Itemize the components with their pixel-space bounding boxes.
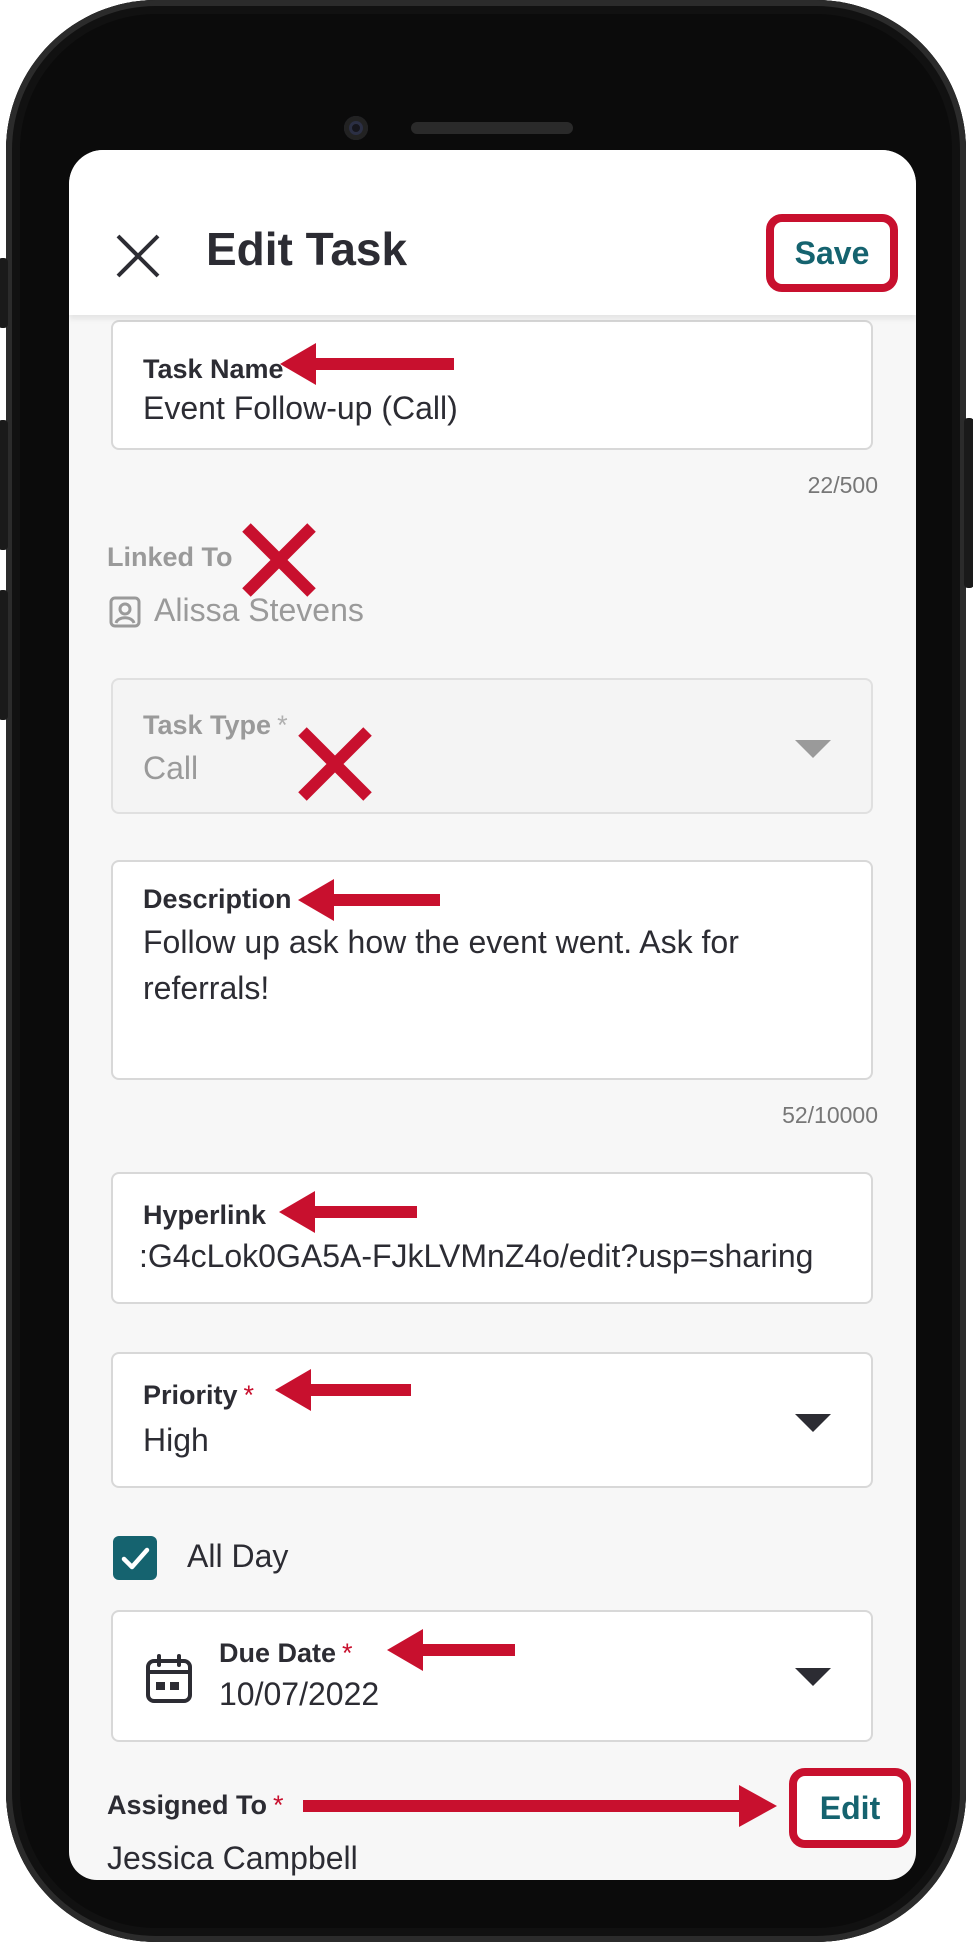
earpiece-speaker	[411, 122, 573, 134]
annotation-arrow	[279, 1191, 417, 1233]
annotation-arrow	[303, 1785, 777, 1827]
task-name-counter: 22/500	[807, 472, 878, 498]
volume-down-button	[0, 590, 8, 720]
description-counter: 52/10000	[782, 1102, 878, 1128]
description-line-2: referrals!	[143, 970, 270, 1006]
chevron-down-icon[interactable]	[795, 1414, 831, 1432]
priority-label: Priority *	[143, 1380, 254, 1411]
annotation-arrow	[275, 1369, 411, 1411]
annotation-arrow	[280, 343, 454, 385]
close-icon[interactable]	[114, 232, 162, 280]
due-date-label-text: Due Date	[219, 1638, 337, 1668]
annotation-x-mark	[297, 726, 373, 802]
task-name-field[interactable]: Task Name* Event Follow-up (Call)	[111, 320, 873, 450]
assigned-to-value: Jessica Campbell	[107, 1840, 358, 1876]
task-type-label-text: Task Type	[143, 710, 272, 740]
task-type-field: Task Type * Call	[111, 678, 873, 814]
phone-frame: Edit Task Save Task Name* Event Follow-u…	[0, 0, 973, 1942]
linked-to-label: Linked To	[107, 542, 233, 572]
required-marker: *	[273, 1790, 284, 1820]
priority-label-text: Priority	[143, 1380, 238, 1410]
volume-up-button	[0, 420, 8, 550]
priority-dropdown[interactable]: Priority * High	[111, 1352, 873, 1488]
all-day-checkbox[interactable]	[113, 1536, 157, 1580]
task-name-label-text: Task Name	[143, 354, 284, 384]
assigned-to-edit-button[interactable]: Edit	[789, 1768, 911, 1848]
required-marker: *	[277, 710, 288, 740]
annotation-x-mark	[241, 522, 317, 598]
task-type-value: Call	[143, 750, 199, 786]
annotation-arrow	[298, 879, 440, 921]
front-camera	[344, 116, 368, 140]
hyperlink-field[interactable]: Hyperlink :G4cLok0GA5A-FJkLVMnZ4o/edit?u…	[111, 1172, 873, 1304]
due-date-value: 10/07/2022	[219, 1676, 380, 1712]
task-type-label: Task Type *	[143, 710, 288, 741]
save-button[interactable]: Save	[766, 214, 898, 292]
priority-value: High	[143, 1422, 209, 1458]
description-label: Description	[143, 884, 292, 914]
assigned-to-label: Assigned To *	[107, 1790, 284, 1821]
due-date-label: Due Date *	[219, 1638, 353, 1669]
all-day-label: All Day	[187, 1538, 289, 1574]
chevron-down-icon[interactable]	[795, 1668, 831, 1686]
page-title: Edit Task	[206, 223, 408, 275]
screen: Edit Task Save Task Name* Event Follow-u…	[69, 150, 916, 1880]
contact-icon	[109, 596, 141, 628]
top-bar: Edit Task Save	[69, 150, 916, 315]
calendar-icon	[146, 1654, 192, 1703]
hyperlink-label: Hyperlink	[143, 1200, 267, 1230]
required-marker: *	[243, 1380, 255, 1410]
annotation-arrow	[387, 1629, 515, 1671]
chevron-down-icon	[795, 740, 831, 758]
assigned-to-label-text: Assigned To	[107, 1790, 268, 1820]
required-marker: *	[342, 1638, 353, 1668]
task-name-value: Event Follow-up (Call)	[143, 390, 458, 426]
description-field[interactable]: Description Follow up ask how the event …	[111, 860, 873, 1080]
task-name-label: Task Name*	[143, 354, 300, 385]
checkmark-icon	[121, 1547, 150, 1570]
description-line-1: Follow up ask how the event went. Ask fo…	[143, 924, 739, 960]
power-button	[964, 418, 973, 588]
linked-to-value: Alissa Stevens	[154, 592, 364, 628]
mute-switch	[0, 258, 8, 328]
hyperlink-value: :G4cLok0GA5A-FJkLVMnZ4o/edit?usp=sharing	[139, 1238, 814, 1274]
due-date-dropdown[interactable]: Due Date * 10/07/2022	[111, 1610, 873, 1742]
